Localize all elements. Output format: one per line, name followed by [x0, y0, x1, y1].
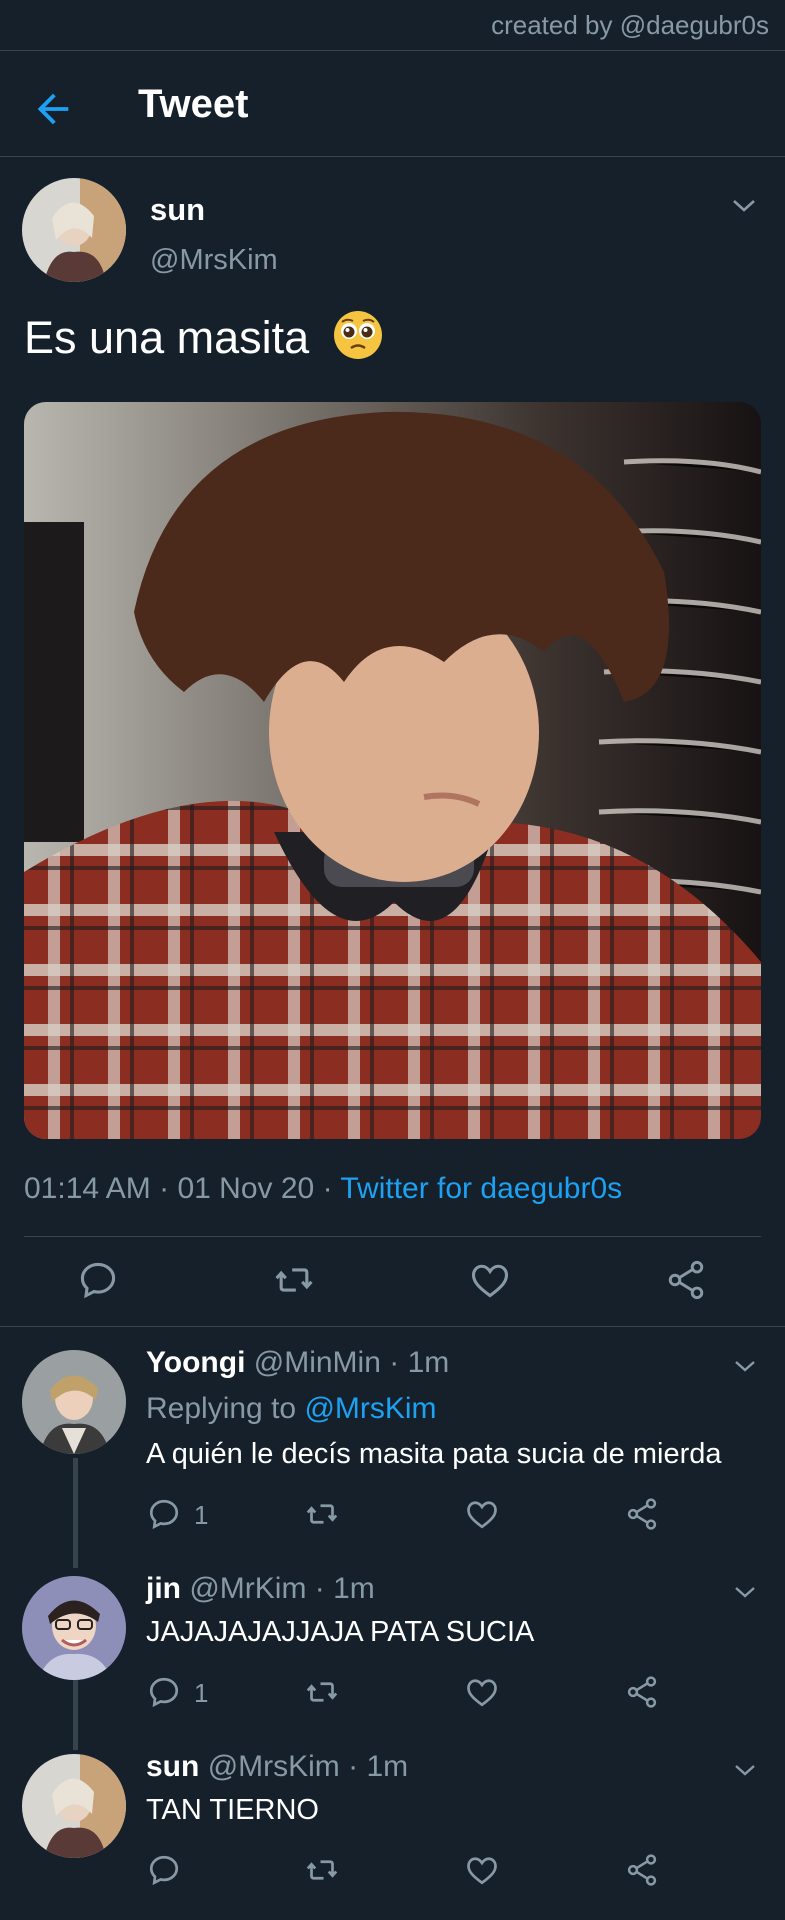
share-icon [668, 1260, 704, 1300]
tweet-text-content: Es una masita [24, 312, 310, 363]
reply-button[interactable] [76, 1258, 120, 1302]
chevron-down-icon [735, 1361, 755, 1372]
reply-time: · 1m [348, 1750, 409, 1783]
like-button[interactable] [468, 1258, 512, 1302]
reply-avatar[interactable] [22, 1754, 126, 1858]
pleading-face-emoji [332, 309, 384, 361]
replying-to-link[interactable]: @MrsKim [304, 1392, 436, 1425]
thread-line [73, 1458, 78, 1568]
reply-author-handle[interactable]: @MinMin [254, 1346, 381, 1379]
tweet-source-link[interactable]: Twitter for daegubr0s [340, 1172, 622, 1205]
tweet-date: 01 Nov 20 [177, 1172, 315, 1205]
retweet-button[interactable] [304, 1496, 340, 1532]
reply-count: 1 [194, 1678, 209, 1708]
tweet-menu-button[interactable] [731, 196, 757, 216]
share-icon [627, 1498, 657, 1530]
reply-text: TAN TIERNO [146, 1794, 319, 1826]
share-button[interactable] [664, 1258, 708, 1302]
meta-separator: · [322, 1172, 333, 1205]
like-icon [467, 1857, 497, 1885]
like-icon [467, 1501, 497, 1529]
reply-header: sun @MrsKim · 1m [146, 1750, 408, 1784]
share-icon [627, 1676, 657, 1708]
author-avatar[interactable] [22, 178, 126, 282]
reply-author-handle[interactable]: @MrKim [189, 1572, 306, 1605]
share-icon [627, 1854, 657, 1886]
chevron-down-icon [735, 1587, 755, 1598]
retweet-icon [275, 1268, 313, 1292]
reply-icon [149, 1499, 179, 1530]
reply-avatar[interactable] [22, 1350, 126, 1454]
retweet-button[interactable] [304, 1852, 340, 1888]
reply-author-handle[interactable]: @MrsKim [208, 1750, 340, 1783]
author-name[interactable]: sun [150, 192, 205, 228]
share-button[interactable] [624, 1496, 660, 1532]
thread-line [73, 1680, 78, 1750]
like-button[interactable] [464, 1674, 500, 1710]
reply-author-name[interactable]: sun [146, 1750, 199, 1783]
replying-to-prefix: Replying to [146, 1392, 297, 1425]
arrow-left-icon [37, 93, 69, 125]
reply-icon [149, 1677, 179, 1708]
author-handle[interactable]: @MrsKim [150, 244, 278, 277]
back-button[interactable] [30, 86, 76, 132]
meta-separator: · [159, 1172, 170, 1205]
tweet-photo[interactable] [24, 402, 761, 1139]
retweet-button[interactable] [272, 1258, 316, 1302]
retweet-icon [306, 1682, 338, 1702]
reply-button[interactable] [146, 1496, 182, 1532]
page-title: Tweet [138, 82, 249, 126]
retweet-icon [306, 1504, 338, 1524]
reply-avatar[interactable] [22, 1576, 126, 1680]
chevron-down-icon [735, 1765, 755, 1776]
reply-header: jin @MrKim · 1m [146, 1572, 375, 1606]
replying-to: Replying to @MrsKim [146, 1392, 437, 1426]
chevron-down-icon [733, 200, 755, 212]
reply-icon [149, 1855, 179, 1886]
reply-text: JAJAJAJAJJAJA PATA SUCIA [146, 1616, 535, 1648]
reply-author-name[interactable]: Yoongi [146, 1346, 245, 1379]
reply-text: A quién le decís masita pata sucia de mi… [146, 1438, 722, 1470]
tweet-time: 01:14 AM [24, 1172, 151, 1205]
like-icon [471, 1264, 509, 1298]
share-button[interactable] [624, 1674, 660, 1710]
reply-button[interactable] [146, 1674, 182, 1710]
watermark-text: created by @daegubr0s [491, 10, 769, 40]
reply-menu-button[interactable] [733, 1762, 757, 1780]
reply-time: · 1m [389, 1346, 450, 1379]
reply-header: Yoongi @MinMin · 1m [146, 1346, 449, 1380]
top-divider [0, 50, 785, 51]
reply-author-name[interactable]: jin [146, 1572, 181, 1605]
reply-button[interactable] [146, 1852, 182, 1888]
retweet-button[interactable] [304, 1674, 340, 1710]
retweet-icon [306, 1860, 338, 1880]
reply-menu-button[interactable] [733, 1358, 757, 1376]
like-button[interactable] [464, 1852, 500, 1888]
share-button[interactable] [624, 1852, 660, 1888]
like-icon [467, 1679, 497, 1707]
reply-menu-button[interactable] [733, 1584, 757, 1602]
like-button[interactable] [464, 1496, 500, 1532]
meta-divider [24, 1236, 761, 1237]
header-divider [0, 156, 785, 157]
actions-divider [0, 1326, 785, 1327]
tweet-metadata: 01:14 AM · 01 Nov 20 · Twitter for daegu… [24, 1172, 622, 1206]
reply-icon [80, 1262, 116, 1299]
reply-count: 1 [194, 1500, 209, 1530]
reply-time: · 1m [314, 1572, 375, 1605]
tweet-text: Es una masita [24, 308, 384, 368]
